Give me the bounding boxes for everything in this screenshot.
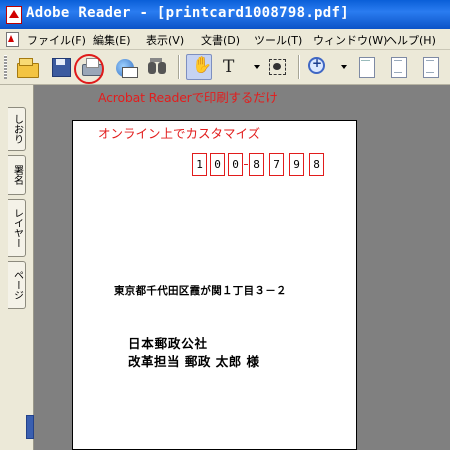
continuous-page-icon[interactable] (386, 55, 410, 79)
print-highlight-circle (74, 54, 104, 84)
navigation-pane: しおり 署名 レイヤー ページ (0, 85, 34, 450)
tab-signatures-label: 署名 (11, 165, 23, 185)
menu-document[interactable]: 文書(D) (201, 32, 240, 48)
postal-digit: 0 (228, 153, 243, 176)
toolbar: ✋ T (0, 50, 450, 85)
document-menu-icon[interactable] (6, 32, 19, 47)
postal-code-boxes: 1 0 0 8 7 9 8 (192, 153, 334, 176)
toolbar-separator (298, 55, 300, 79)
title-bar: Adobe Reader - [printcard1008798.pdf] (0, 0, 450, 30)
tab-layers[interactable]: レイヤー (8, 199, 26, 257)
open-folder-icon[interactable] (16, 55, 40, 79)
snapshot-icon[interactable] (266, 55, 290, 79)
menu-help[interactable]: ヘルプ(H) (386, 32, 436, 48)
recipient-address: 東京都千代田区霞が関１丁目３－２ (114, 285, 287, 297)
facing-pages-icon[interactable] (418, 55, 442, 79)
tab-bookmarks-label: しおり (11, 114, 23, 144)
save-icon[interactable] (49, 55, 73, 79)
pane-resize-handle[interactable] (26, 415, 34, 439)
chevron-down-icon[interactable] (341, 65, 347, 69)
toolbar-grip[interactable] (4, 55, 7, 79)
tab-bookmarks[interactable]: しおり (8, 107, 26, 151)
postal-digit: 9 (289, 153, 304, 176)
postal-digit: 0 (210, 153, 225, 176)
zoom-in-icon[interactable] (306, 55, 330, 79)
email-icon[interactable] (114, 55, 138, 79)
postal-digit: 8 (309, 153, 324, 176)
chevron-down-icon[interactable] (254, 65, 260, 69)
window-title: Adobe Reader - [printcard1008798.pdf] (26, 5, 349, 21)
tab-signatures[interactable]: 署名 (8, 155, 26, 195)
menu-bar: ファイル(F) 編集(E) 表示(V) 文書(D) ツール(T) ウィンドウ(W… (0, 29, 450, 50)
customize-annotation: オンライン上でカスタマイズ (98, 126, 261, 141)
adobe-reader-icon (6, 6, 22, 24)
single-page-icon[interactable] (354, 55, 378, 79)
navigation-tabs: しおり 署名 レイヤー ページ (3, 85, 27, 450)
menu-tools[interactable]: ツール(T) (254, 32, 302, 48)
select-text-icon[interactable]: T (220, 55, 244, 79)
postal-digit: 7 (269, 153, 284, 176)
postal-code-separator (244, 164, 248, 165)
print-annotation: Acrobat Readerで印刷するだけ (98, 90, 278, 105)
menu-window[interactable]: ウィンドウ(W) (313, 32, 387, 48)
tab-layers-label: レイヤー (11, 208, 23, 248)
postal-digit: 8 (249, 153, 264, 176)
postal-digit: 1 (192, 153, 207, 176)
menu-view[interactable]: 表示(V) (146, 32, 184, 48)
hand-tool-icon[interactable]: ✋ (186, 54, 212, 80)
toolbar-separator (178, 55, 180, 79)
search-binoculars-icon[interactable] (146, 55, 170, 79)
recipient-name: 改革担当 郵政 太郎 様 (128, 354, 260, 369)
tab-pages[interactable]: ページ (8, 261, 26, 309)
menu-file[interactable]: ファイル(F) (27, 32, 86, 48)
recipient-company: 日本郵政公社 (128, 336, 208, 351)
tab-pages-label: ページ (11, 270, 23, 300)
menu-edit[interactable]: 編集(E) (93, 32, 131, 48)
